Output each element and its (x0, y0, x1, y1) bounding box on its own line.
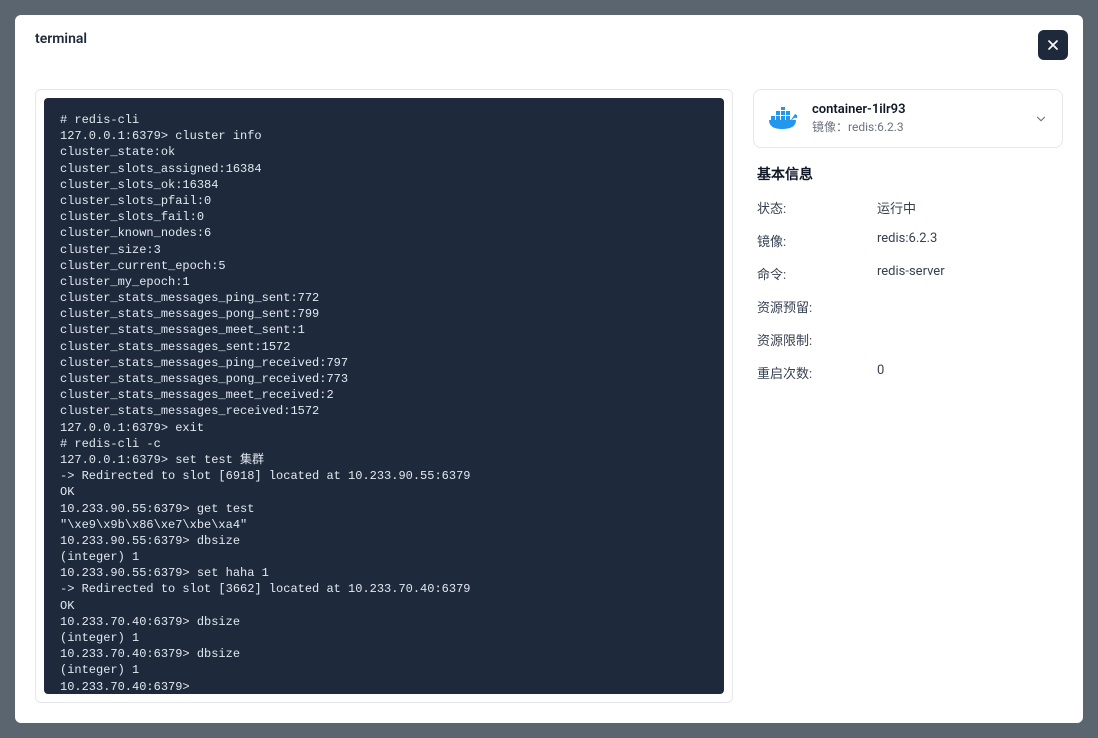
terminal-console[interactable]: # redis-cli 127.0.0.1:6379> cluster info… (44, 98, 724, 694)
info-label: 资源预留: (757, 297, 877, 316)
container-info: container-1ilr93 镜像：redis:6.2.3 (812, 102, 1022, 135)
info-row: 状态:运行中 (757, 198, 1059, 217)
info-value: redis:6.2.3 (877, 231, 937, 250)
info-row: 重启次数:0 (757, 363, 1059, 382)
info-label: 镜像: (757, 231, 877, 250)
info-label: 状态: (757, 198, 877, 217)
side-panel: container-1ilr93 镜像：redis:6.2.3 基本信息 状态:… (753, 89, 1063, 703)
close-icon (1045, 37, 1061, 53)
container-selector[interactable]: container-1ilr93 镜像：redis:6.2.3 (753, 89, 1063, 148)
info-rows: 状态:运行中镜像:redis:6.2.3命令:redis-server资源预留:… (757, 198, 1059, 382)
container-image-value: redis:6.2.3 (848, 120, 904, 134)
close-button[interactable] (1038, 30, 1068, 60)
basic-info-section: 基本信息 状态:运行中镜像:redis:6.2.3命令:redis-server… (753, 164, 1063, 396)
info-row: 命令:redis-server (757, 264, 1059, 283)
info-label: 命令: (757, 264, 877, 283)
info-row: 镜像:redis:6.2.3 (757, 231, 1059, 250)
modal-title: terminal (35, 31, 87, 47)
info-value: 0 (877, 363, 884, 382)
container-image-line: 镜像：redis:6.2.3 (812, 120, 1022, 136)
container-image-prefix: 镜像： (812, 120, 848, 134)
chevron-down-icon (1034, 112, 1048, 126)
basic-info-title: 基本信息 (757, 164, 1059, 184)
info-row: 资源预留: (757, 297, 1059, 316)
docker-icon (768, 103, 800, 135)
terminal-modal: terminal # redis-cli 127.0.0.1:6379> clu… (15, 15, 1083, 723)
modal-body: # redis-cli 127.0.0.1:6379> cluster info… (15, 59, 1083, 723)
info-value: 运行中 (877, 198, 916, 217)
info-label: 重启次数: (757, 363, 877, 382)
info-value: redis-server (877, 264, 945, 283)
terminal-panel: # redis-cli 127.0.0.1:6379> cluster info… (35, 89, 733, 703)
info-row: 资源限制: (757, 330, 1059, 349)
modal-header: terminal (15, 15, 1083, 59)
info-label: 资源限制: (757, 330, 877, 349)
container-name: container-1ilr93 (812, 102, 1022, 119)
